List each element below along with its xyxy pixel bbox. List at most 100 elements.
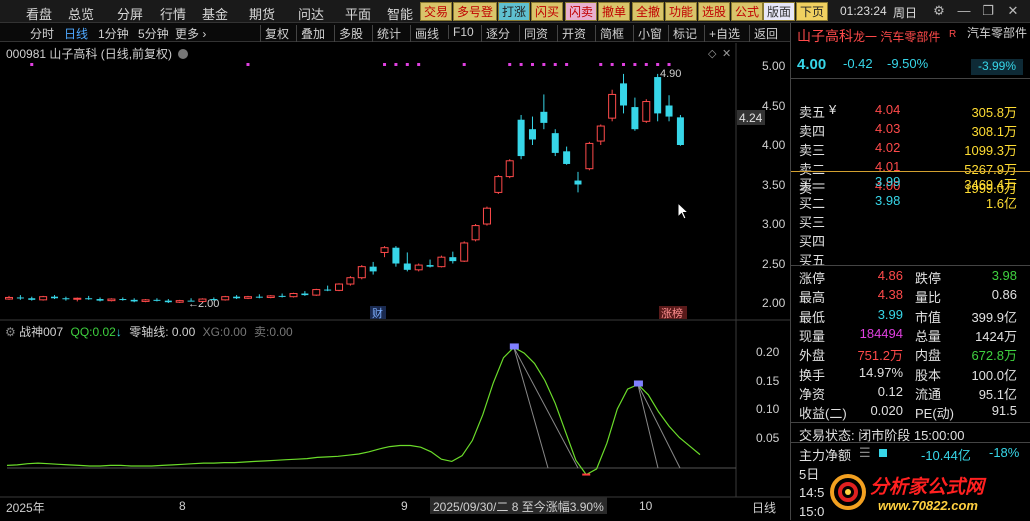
multi-login-button[interactable]: 多号登 [453, 2, 498, 21]
candle-body [85, 298, 93, 300]
candle-body [517, 119, 525, 157]
candle-body [39, 296, 48, 301]
stat-row: 最低 3.99 市值 399.9亿 [791, 306, 1030, 325]
trade-button[interactable]: 交易 [420, 2, 453, 21]
signal-dot [599, 63, 603, 66]
dazhang-button[interactable]: 打涨 [498, 2, 531, 21]
next-page-button[interactable]: 下页 [796, 2, 829, 21]
signal-dot [530, 63, 534, 66]
stat-value: 0.86 [991, 287, 1017, 303]
candle-body [528, 129, 536, 140]
settings-icon[interactable]: ⚙ [930, 2, 948, 20]
peak-marker [509, 343, 519, 350]
stat-label: 最高 [799, 290, 826, 306]
zero-axis-label: 零轴线: [129, 325, 169, 339]
indicator-series [6, 343, 701, 476]
main-chart[interactable]: 5.00 4.50 4.00 3.50 3.00 2.50 2.00 4.24 … [0, 23, 790, 520]
price-change-pct: -9.50% [887, 56, 929, 71]
minimize-icon[interactable]: — [955, 2, 973, 20]
menu-item-wenda[interactable]: 问达 [298, 4, 324, 23]
indicator-tick-label: 0.20 [756, 345, 780, 359]
time-row: 15:0 [799, 504, 825, 519]
cancel-all-button[interactable]: 全撤 [632, 2, 665, 21]
bid-row[interactable]: 买四 [791, 230, 1030, 249]
stat-value: 0.020 [870, 403, 903, 419]
candle-body [585, 142, 594, 170]
candle-body [28, 298, 36, 300]
cursor-date-status: 2025/09/30/二 8 至今涨幅3.90% [430, 497, 607, 514]
ask-level-label: 卖四 [799, 124, 826, 139]
candle-body [414, 264, 423, 271]
menu-item-kanpan[interactable]: 看盘 [26, 4, 52, 23]
last-price: 4.00 [797, 56, 827, 73]
ask-row[interactable]: 卖四 4.03 308.1万 [791, 120, 1030, 139]
list-icon[interactable]: ☰ [859, 445, 871, 461]
candle-body [62, 298, 70, 300]
price-tick-label: 2.50 [762, 257, 786, 271]
bid-level-label: 买一 [799, 177, 826, 192]
indicator-settings-icon[interactable]: ⚙ [5, 325, 16, 339]
stat-value: 14.97% [858, 364, 903, 380]
flash-buy-button[interactable]: 闪买 [531, 2, 564, 21]
stat-label: 总量 [915, 328, 942, 344]
price-tick-label: 5.00 [762, 59, 786, 73]
stat-value: 3.98 [991, 268, 1017, 283]
menu-item-jijin[interactable]: 基金 [202, 4, 228, 23]
cancel-order-button[interactable]: 撤单 [598, 2, 631, 21]
function-button[interactable]: 功能 [665, 2, 698, 21]
indicator-header: ⚙ 战神007 QQ:0.02↓ 零轴线: 0.00 XG:0.00 卖:0.0… [5, 323, 293, 340]
candle-body [278, 295, 286, 297]
stat-value: 399.9亿 [971, 309, 1017, 325]
menu-item-zhineng[interactable]: 智能 [387, 4, 413, 23]
menu-item-zonglan[interactable]: 总览 [68, 4, 94, 23]
candle-body [482, 207, 491, 225]
close-icon[interactable]: ✕ [1004, 2, 1022, 20]
sector-label[interactable]: 汽车零部件 [967, 26, 1027, 41]
sell-label: 卖: [253, 325, 270, 339]
maximize-icon[interactable]: ❐ [979, 2, 997, 20]
stat-row: 收益(二) 0.020 PE(动) 91.5 [791, 402, 1030, 421]
menu-item-pingmian[interactable]: 平面 [345, 4, 371, 23]
stock-name[interactable]: 山子高科 [797, 26, 853, 46]
days-label[interactable]: 5日 [799, 464, 819, 483]
candle-body [540, 111, 548, 123]
indicator-tick-label: 0.05 [756, 431, 780, 445]
candle-body [380, 247, 389, 253]
indicator-name[interactable]: 战神007 [19, 325, 63, 339]
ask-level-label: 卖三 [799, 143, 826, 158]
candle-body [51, 296, 59, 299]
ask-volume: 1099.3万 [964, 143, 1017, 158]
flash-sell-button[interactable]: 闪卖 [565, 2, 598, 21]
bid-row[interactable]: 买三 [791, 211, 1030, 230]
ask-row[interactable]: 卖三 4.02 1099.3万 [791, 139, 1030, 158]
menu-item-fenping[interactable]: 分屏 [117, 4, 143, 23]
zero-axis-value: 0.00 [171, 325, 196, 339]
net-flow-pct: -18% [989, 445, 1020, 460]
period-label[interactable]: 日线 [752, 499, 776, 516]
top-gainers-marker-text: 涨榜 [661, 306, 683, 320]
close-chart-icon[interactable]: ✕ [722, 48, 731, 60]
menu-item-qihuo[interactable]: 期货 [249, 4, 275, 23]
dragon-badge[interactable]: 龙一 汽车零部件 [853, 28, 940, 45]
layout-button[interactable]: 版面 [763, 2, 796, 21]
bid-row[interactable]: 买一 3.99 3469.4万 [791, 173, 1030, 192]
ask-row[interactable]: 卖五 ¥4.04 305.8万 [791, 101, 1030, 120]
formula-button[interactable]: 公式 [731, 2, 764, 21]
candle-body [392, 247, 400, 264]
stat-label: 量比 [915, 290, 942, 306]
bid-row[interactable]: 买二 3.98 1.6亿 [791, 192, 1030, 211]
stat-value: 95.1亿 [978, 386, 1017, 402]
candle-body [494, 176, 503, 193]
candle-body [676, 117, 684, 145]
candle-body [631, 107, 639, 130]
candle-body [335, 283, 344, 291]
stat-value: 91.5 [991, 403, 1017, 419]
clock-weekday: 周日 [893, 6, 918, 20]
stock-select-button[interactable]: 选股 [698, 2, 731, 21]
time-axis: 2025年 8 9 2025/09/30/二 8 至今涨幅3.90% 10 日线 [0, 497, 790, 517]
diamond-icon[interactable]: ◇ [708, 48, 717, 60]
clock-time: 01:23:24 [840, 4, 887, 18]
menu-item-hangqing[interactable]: 行情 [160, 4, 186, 23]
finance-marker-text: 财 [372, 306, 383, 320]
sell-value: 0.00 [269, 325, 293, 339]
